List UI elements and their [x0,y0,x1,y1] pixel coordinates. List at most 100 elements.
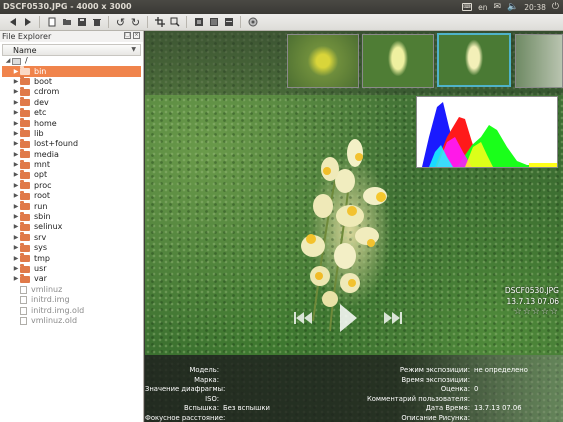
expand-arrow-icon[interactable]: ▶ [12,233,20,243]
tree-folder-item[interactable]: ▶ opt [2,169,141,180]
crop-button[interactable] [153,16,166,29]
rotate-right-button[interactable]: ↻ [129,16,142,29]
tree-folder-item[interactable]: ▶ home [2,118,141,128]
expand-arrow-icon[interactable]: ▶ [12,87,20,97]
play-button[interactable] [337,302,359,334]
expand-arrow-icon[interactable]: ▶ [12,191,20,201]
expand-arrow-icon[interactable]: ▶ [12,160,20,170]
tree-folder-item[interactable]: ▶ etc [2,107,141,118]
original-size-button[interactable] [207,16,220,29]
name-column-header[interactable]: Name ▼ [2,44,141,56]
expand-arrow-icon[interactable]: ▶ [12,98,20,108]
arrow-left-icon [9,18,16,26]
thumbnail-filmstrip [145,31,563,95]
expand-arrow-icon[interactable]: ▶ [12,243,20,253]
rating-stars[interactable]: ☆☆☆☆☆ [505,307,559,318]
tree-folder-item[interactable]: ▶ dev [2,97,141,108]
tree-folder-item[interactable]: ▶ root [2,190,141,201]
tree-folder-item[interactable]: ▶ mnt [2,159,141,170]
save-icon [77,18,86,26]
thumbnail-1[interactable] [287,34,359,88]
tree-folder-item[interactable]: ▶ lost+found [2,138,141,149]
folder-icon [20,221,30,231]
tree-item-label: var [34,274,47,284]
tree-folder-item[interactable]: ▶ var [2,273,141,284]
folder-icon [20,138,30,148]
delete-button[interactable] [90,16,103,29]
volume-icon[interactable]: 🔈 [507,0,518,14]
tree-folder-item[interactable]: ▶ tmp [2,253,141,263]
image-viewer[interactable]: DSCF0530.JPG 13.7.13 07.06 ☆☆☆☆☆ Модель:… [145,31,563,422]
open-folder-button[interactable] [60,16,73,29]
tree-folder-item[interactable]: ▶ usr [2,263,141,274]
tree-file-item[interactable]: vmlinuz.old [2,316,141,326]
expand-arrow-icon[interactable]: ▶ [12,181,20,191]
float-panel-button[interactable]: □ [124,32,131,39]
expand-arrow-icon[interactable]: ▶ [12,170,20,180]
zoom-button[interactable] [168,16,181,29]
tree-folder-item[interactable]: ▶ srv [2,232,141,243]
fit-window-button[interactable] [192,16,205,29]
tree-folder-item[interactable]: ▶ selinux [2,221,141,232]
tree-folder-item[interactable]: ▶ proc [2,180,141,191]
expand-arrow-icon[interactable]: ▶ [12,129,20,139]
expand-arrow-icon[interactable]: ▶ [12,67,20,77]
tree-file-item[interactable]: initrd.img.old [2,305,141,315]
expand-arrow-icon[interactable]: ▶ [12,274,20,284]
previous-image-button[interactable] [6,16,19,29]
tree-item-label: sys [34,243,48,253]
tree-folder-item[interactable]: ▶ sbin [2,211,141,222]
tree-folder-item[interactable]: ▶ lib [2,128,141,139]
toolbar-separator [186,16,187,28]
rotate-left-button[interactable]: ↺ [114,16,127,29]
keyboard-icon[interactable]: ⌨ [462,3,473,11]
save-button[interactable] [75,16,88,29]
expand-arrow-icon[interactable]: ▶ [12,222,20,232]
fullscreen-button[interactable] [222,16,235,29]
settings-button[interactable] [246,16,259,29]
folder-icon [20,159,30,169]
tree-item-label: opt [34,170,48,180]
expand-arrow-icon[interactable]: ▶ [12,108,20,118]
folder-icon [20,190,30,200]
expand-arrow-icon[interactable]: ▶ [12,264,20,274]
expand-arrow-icon[interactable]: ▶ [12,254,20,264]
clock[interactable]: 20:38 [524,3,546,12]
mail-icon[interactable]: ✉ [493,0,501,14]
expand-arrow-icon[interactable]: ▶ [12,202,20,212]
tree-root[interactable]: ◢ / [2,56,141,66]
expand-arrow-icon[interactable]: ▶ [12,150,20,160]
next-image-button[interactable] [21,16,34,29]
tree-folder-item[interactable]: ▶ media [2,149,141,160]
open-file-button[interactable] [45,16,58,29]
thumbnail-2[interactable] [362,34,434,88]
tree-folder-item[interactable]: ▶ cdrom [2,86,141,97]
close-panel-button[interactable]: × [133,32,140,39]
tree-item-label: tmp [34,253,51,263]
file-explorer-title: File Explorer [2,32,52,41]
tree-file-item[interactable]: vmlinuz [2,285,141,295]
expand-arrow-icon[interactable]: ▶ [12,119,20,129]
tree-file-item[interactable]: initrd.img [2,295,141,305]
thumbnail-current[interactable] [437,33,511,87]
folder-icon [20,180,30,190]
file-tree: ◢ / ▶ bin ▶ boot ▶ cdrom ▶ dev ▶ etc ▶ home ▶ lib ▶ los… [2,56,141,326]
folder-icon [20,242,30,252]
file-explorer-panel: File Explorer □ × Name ▼ ◢ / ▶ bin ▶ boot ▶ c… [0,31,144,422]
expand-arrow-icon[interactable]: ▶ [12,212,20,222]
tree-folder-item[interactable]: ▶ bin [2,66,141,77]
tree-folder-item[interactable]: ▶ sys [2,242,141,253]
exif-value: 13.7.13 07.06 [474,404,522,413]
expand-arrow-icon[interactable]: ▶ [12,77,20,87]
keyboard-layout[interactable]: en [478,3,487,12]
tree-folder-item[interactable]: ▶ boot [2,76,141,87]
previous-button[interactable] [293,311,315,325]
fit-icon [194,18,203,26]
next-button[interactable] [381,311,403,325]
expand-arrow-icon[interactable]: ▶ [12,139,20,149]
tree-item-label: proc [34,180,52,190]
tree-folder-item[interactable]: ▶ run [2,201,141,211]
thumbnail-4[interactable] [515,34,563,88]
power-icon[interactable]: ⏻ [552,0,559,14]
collapse-arrow-icon[interactable]: ◢ [4,56,12,66]
